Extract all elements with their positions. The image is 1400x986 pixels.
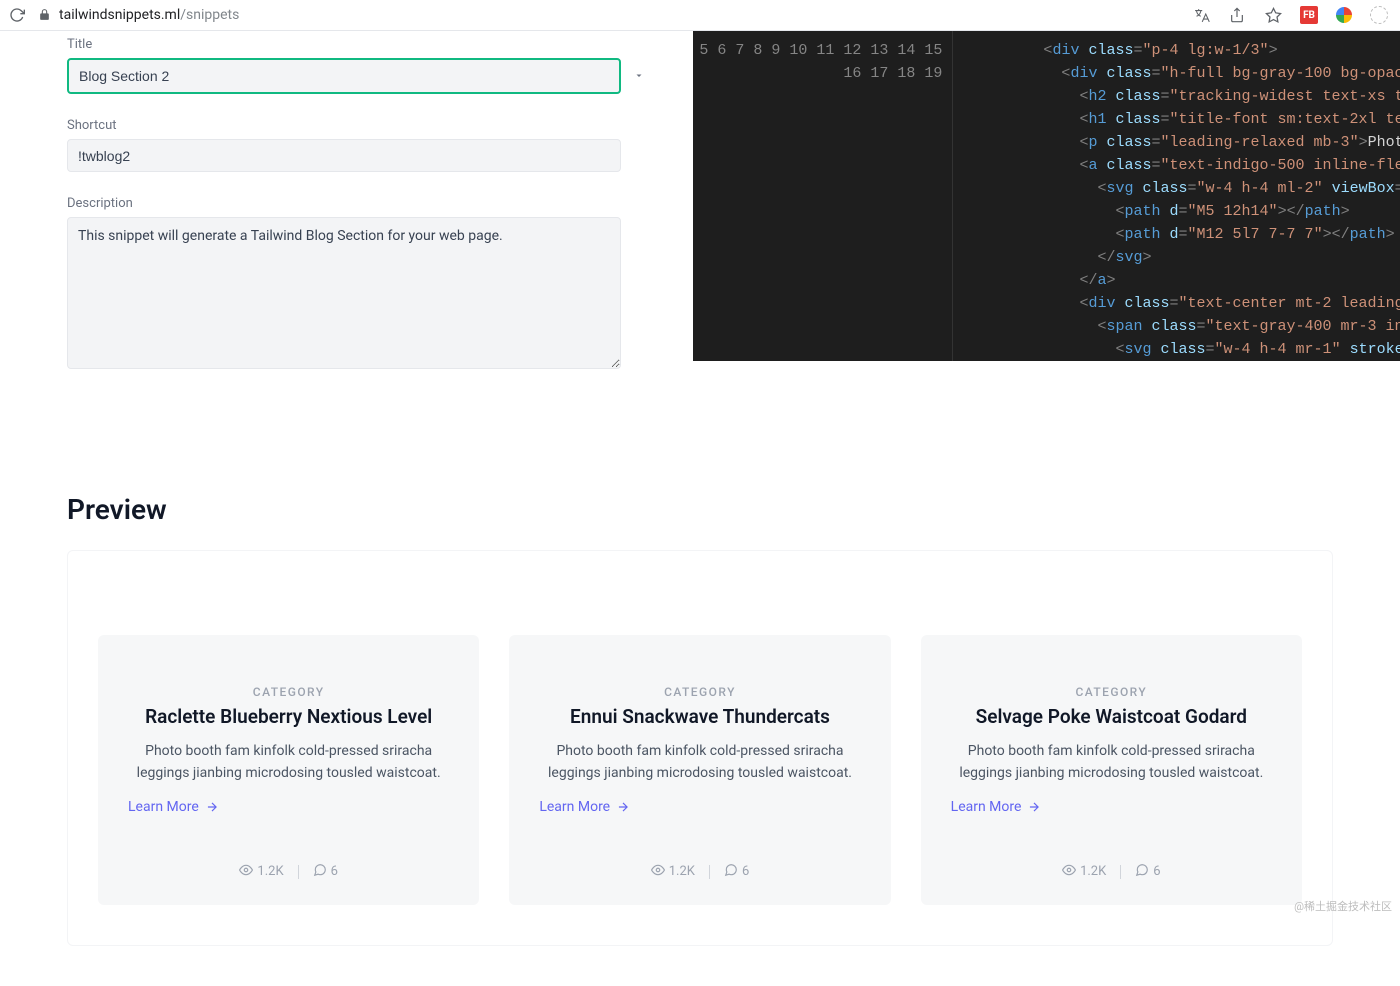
card-body: Photo booth fam kinfolk cold-pressed sri…: [539, 740, 860, 785]
translate-icon[interactable]: [1192, 6, 1210, 24]
card-title: Ennui Snackwave Thundercats: [539, 705, 860, 728]
preview-card: CATEGORY Ennui Snackwave Thundercats Photo…: [509, 635, 890, 905]
comment-icon: [724, 863, 738, 881]
line-gutter: 5 6 7 8 9 10 11 12 13 14 15 16 17 18 19: [693, 31, 953, 361]
separator: [709, 865, 710, 879]
learn-more-link[interactable]: Learn More: [951, 799, 1272, 815]
reload-icon[interactable]: [8, 6, 26, 24]
comment-icon: [1135, 863, 1149, 881]
card-category: CATEGORY: [128, 685, 449, 699]
url-text: tailwindsnippets.ml/snippets: [59, 7, 239, 23]
address-bar[interactable]: tailwindsnippets.ml/snippets: [38, 6, 1180, 25]
card-title: Raclette Blueberry Nextious Level: [128, 705, 449, 728]
learn-more-link[interactable]: Learn More: [539, 799, 860, 815]
preview-canvas: CATEGORY Raclette Blueberry Nextious Leve…: [67, 550, 1333, 946]
views-stat: 1.2K: [1062, 863, 1106, 881]
comments-stat: 6: [1135, 863, 1160, 881]
title-label: Title: [67, 37, 693, 52]
preview-heading: Preview: [67, 493, 1333, 526]
eye-icon: [239, 863, 253, 881]
shortcut-label: Shortcut: [67, 118, 693, 133]
comments-stat: 6: [313, 863, 338, 881]
comment-icon: [313, 863, 327, 881]
code-editor[interactable]: 5 6 7 8 9 10 11 12 13 14 15 16 17 18 19 …: [693, 31, 1400, 361]
eye-icon: [651, 863, 665, 881]
description-textarea[interactable]: This snippet will generate a Tailwind Bl…: [67, 217, 621, 369]
card-title: Selvage Poke Waistcoat Godard: [951, 705, 1272, 728]
browser-toolbar: tailwindsnippets.ml/snippets FB: [0, 0, 1400, 31]
extension-bear-icon[interactable]: [1370, 6, 1388, 24]
card-footer: 1.2K 6: [128, 863, 449, 881]
star-icon[interactable]: [1264, 6, 1282, 24]
extension-fb-icon[interactable]: FB: [1300, 6, 1318, 24]
shortcut-input[interactable]: [67, 139, 621, 172]
views-stat: 1.2K: [651, 863, 695, 881]
code-content: <div class="p-4 lg:w-1/3"> <div class="h…: [953, 31, 1400, 361]
preview-card: CATEGORY Raclette Blueberry Nextious Leve…: [98, 635, 479, 905]
watermark: @稀土掘金技术社区: [1294, 898, 1392, 914]
share-icon[interactable]: [1228, 6, 1246, 24]
preview-card: CATEGORY Selvage Poke Waistcoat Godard Pho…: [921, 635, 1302, 905]
comments-stat: 6: [724, 863, 749, 881]
learn-more-link[interactable]: Learn More: [128, 799, 449, 815]
card-footer: 1.2K 6: [951, 863, 1272, 881]
separator: [298, 865, 299, 879]
extension-color-icon[interactable]: [1336, 7, 1352, 23]
browser-actions: FB: [1192, 6, 1388, 24]
card-body: Photo booth fam kinfolk cold-pressed sri…: [128, 740, 449, 785]
title-select[interactable]: Blog Section 2: [67, 58, 621, 94]
lock-icon: [38, 6, 51, 25]
views-stat: 1.2K: [239, 863, 283, 881]
description-label: Description: [67, 196, 693, 211]
chevron-down-icon: [633, 67, 645, 86]
card-footer: 1.2K 6: [539, 863, 860, 881]
separator: [1120, 865, 1121, 879]
eye-icon: [1062, 863, 1076, 881]
card-category: CATEGORY: [539, 685, 860, 699]
card-category: CATEGORY: [951, 685, 1272, 699]
card-body: Photo booth fam kinfolk cold-pressed sri…: [951, 740, 1272, 785]
